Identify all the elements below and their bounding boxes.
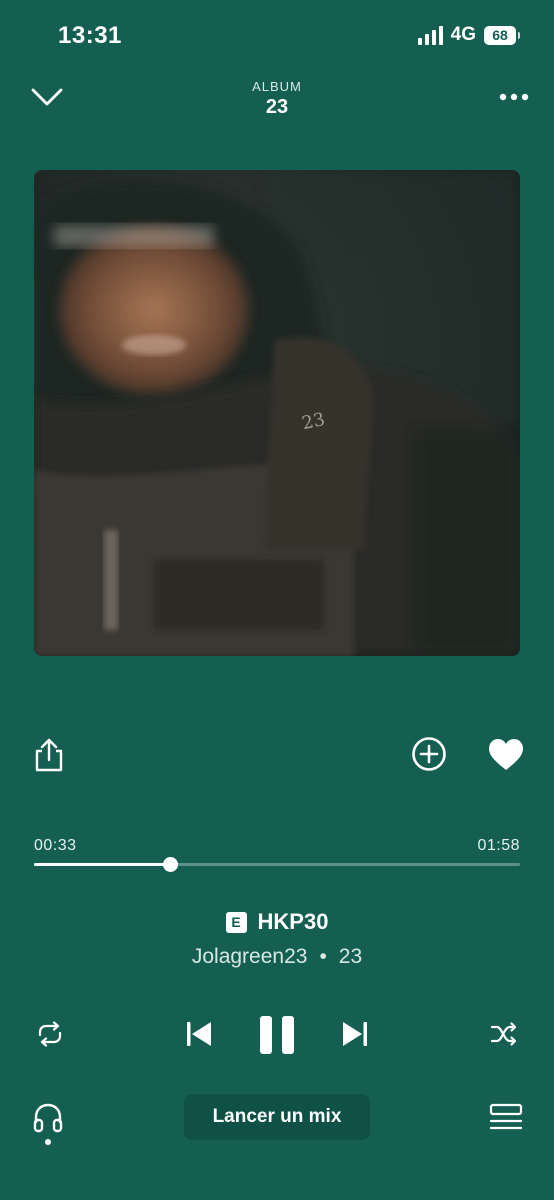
status-indicators: 4G 68 — [417, 24, 520, 46]
active-device-indicator — [45, 1139, 51, 1145]
more-horizontal-icon[interactable] — [498, 88, 530, 106]
artist-album-line: Jolagreen23 • 23 — [0, 945, 554, 969]
status-time: 13:31 — [58, 22, 122, 49]
progress-fill — [34, 863, 171, 866]
separator: • — [319, 945, 327, 968]
progress-bar[interactable] — [34, 857, 520, 872]
explicit-badge: E — [225, 911, 247, 933]
shuffle-icon[interactable] — [490, 1021, 518, 1047]
progress-handle[interactable] — [163, 857, 179, 872]
header-label: ALBUM — [252, 79, 302, 94]
skip-previous-icon[interactable] — [186, 1020, 212, 1048]
signal-icon — [417, 25, 443, 45]
queue-icon[interactable] — [489, 1103, 523, 1131]
repeat-icon[interactable] — [36, 1021, 64, 1047]
album-title: 23 — [265, 96, 289, 118]
artist-name[interactable]: Jolagreen23 — [192, 945, 308, 968]
add-circle-icon[interactable] — [411, 736, 447, 772]
album-name[interactable]: 23 — [339, 945, 362, 968]
album-cover: 23 — [34, 170, 520, 656]
pause-icon[interactable] — [258, 1015, 296, 1055]
current-time: 00:33 — [34, 837, 77, 854]
start-mix-button[interactable]: Lancer un mix — [184, 1094, 370, 1140]
track-title[interactable]: HKP30 — [258, 909, 329, 935]
battery-icon: 68 — [484, 25, 520, 45]
total-time: 01:58 — [477, 837, 520, 854]
share-icon[interactable] — [33, 737, 65, 773]
headphones-icon[interactable] — [32, 1102, 64, 1134]
track-info: E HKP30 — [0, 909, 554, 935]
skip-next-icon[interactable] — [342, 1020, 368, 1048]
heart-icon[interactable] — [488, 738, 524, 772]
network-type: 4G — [450, 24, 476, 45]
